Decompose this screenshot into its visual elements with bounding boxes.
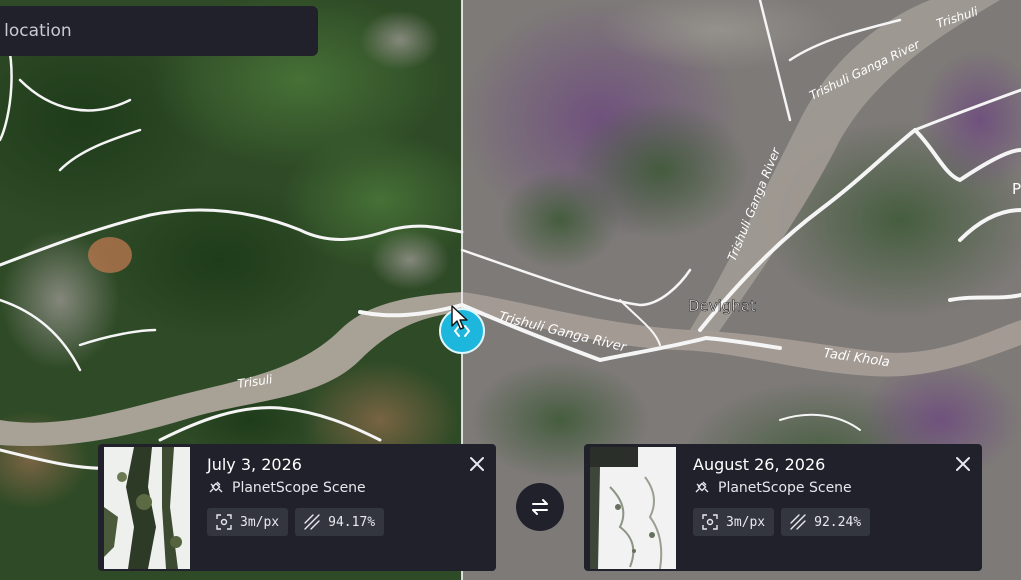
coverage-value-left: 94.17%: [328, 514, 376, 530]
coverage-icon: [790, 514, 806, 530]
coverage-icon: [304, 514, 320, 530]
map-label-devighat: Devighat: [688, 297, 756, 315]
scene-source-label-left: PlanetScope Scene: [232, 480, 366, 496]
resolution-icon: [702, 514, 718, 530]
scene-card-left[interactable]: July 3, 2026 PlanetScope Scene 3m/px 94.…: [98, 444, 496, 571]
coverage-badge-right: 92.24%: [781, 508, 871, 536]
resolution-icon: [216, 514, 232, 530]
cursor-icon: [451, 305, 468, 330]
swap-scenes-button[interactable]: [516, 483, 564, 531]
scene-thumbnail-left[interactable]: [104, 447, 190, 569]
scene-date-left: July 3, 2026: [207, 455, 302, 474]
scene-thumbnail-right[interactable]: [590, 447, 676, 569]
coverage-value-right: 92.24%: [814, 514, 862, 530]
satellite-icon: [209, 481, 223, 493]
map-label-edge: P: [1012, 180, 1021, 198]
location-search-input[interactable]: [0, 21, 288, 41]
coverage-badge-left: 94.17%: [295, 508, 385, 536]
close-icon[interactable]: [954, 455, 972, 473]
resolution-badge-right: 3m/px: [693, 508, 775, 536]
satellite-icon: [695, 481, 709, 493]
scene-card-right[interactable]: August 26, 2026 PlanetScope Scene 3m/px: [584, 444, 982, 571]
scene-source-left: PlanetScope Scene: [208, 480, 366, 496]
close-icon[interactable]: [468, 455, 486, 473]
scene-date-right: August 26, 2026: [693, 455, 826, 474]
scene-source-right: PlanetScope Scene: [694, 480, 852, 496]
resolution-badge-left: 3m/px: [207, 508, 289, 536]
swap-icon: [532, 499, 548, 515]
scene-source-label-right: PlanetScope Scene: [718, 480, 852, 496]
resolution-value-left: 3m/px: [240, 514, 280, 530]
location-search-bar[interactable]: [0, 6, 318, 56]
resolution-value-right: 3m/px: [726, 514, 766, 530]
